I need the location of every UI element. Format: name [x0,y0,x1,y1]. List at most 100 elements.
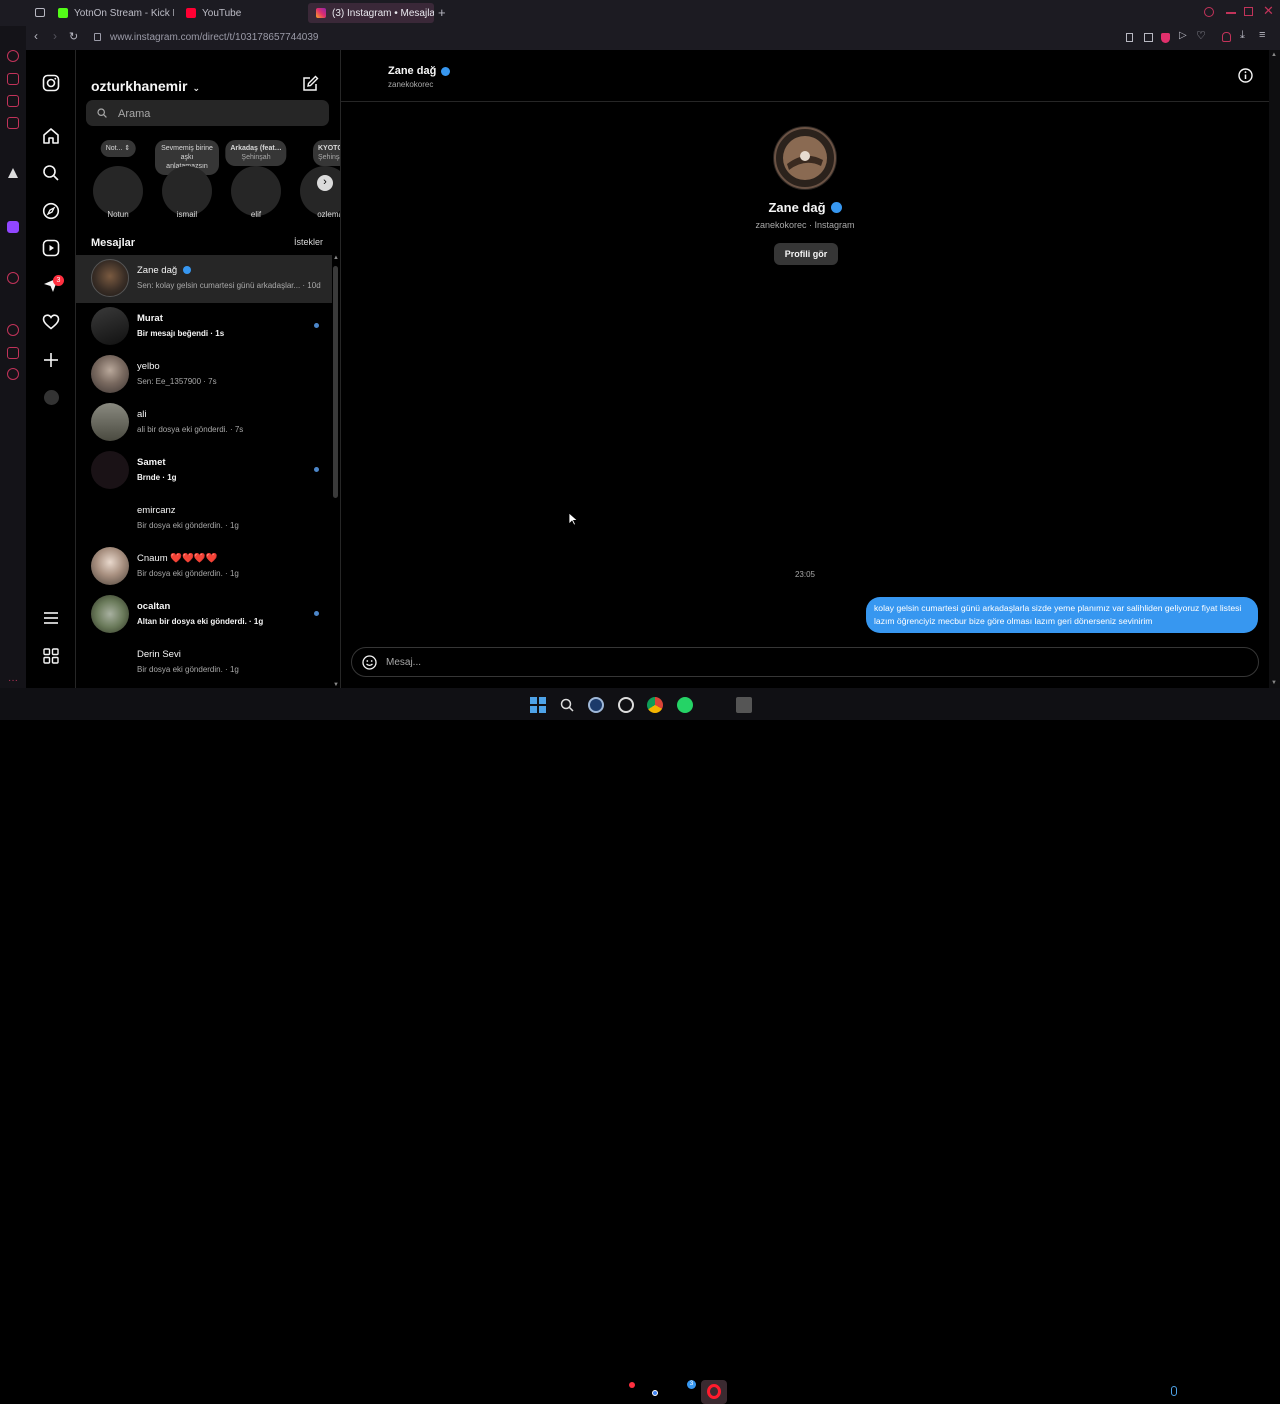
maximize-icon[interactable] [1244,7,1253,16]
explore-icon[interactable] [42,202,60,220]
note-avatar[interactable] [231,166,281,216]
tab-kick[interactable]: YotnOn Stream - Kick Da [50,3,174,23]
history-icon[interactable] [7,50,19,62]
chrome-icon[interactable] [647,697,663,713]
search-icon[interactable] [42,164,60,182]
tab-youtube[interactable]: YouTube [178,3,298,23]
account-name: ozturkhanemir [91,78,188,94]
instagram-sidebar-icon[interactable] [7,95,19,107]
conversation-info-icon[interactable] [1238,68,1253,83]
unread-dot [314,323,319,328]
reload-icon[interactable]: ↻ [69,30,78,43]
scroll-up-icon[interactable]: ▲ [1271,52,1277,58]
home-icon[interactable] [42,127,60,145]
obs-icon[interactable] [618,697,634,713]
messenger-sidebar-icon[interactable] [7,117,19,129]
profile-icon[interactable] [1222,32,1231,42]
view-profile-button[interactable]: Profili gör [774,243,838,265]
chat-contact-username: zanekokorec [388,80,434,89]
conversation-row[interactable]: ocaltan Altan bir dosya eki gönderdi. · … [76,591,332,639]
wallet-icon[interactable] [7,73,19,85]
conversation-name: ocaltan [137,601,171,612]
new-tab-button[interactable]: + [438,5,446,20]
conversation-row[interactable]: Samet Brnde · 1g [76,447,332,495]
conversation-row[interactable]: ali ali bir dosya eki gönderdi. · 7s [76,399,332,447]
message-input[interactable] [386,655,1226,669]
conversation-scrollbar[interactable]: ▲ ▼ [333,255,339,688]
tab-youtube-label: YouTube [202,7,242,19]
more-menu-icon[interactable] [42,609,60,627]
workspace-icon[interactable] [35,8,45,17]
minimize-icon[interactable] [1226,12,1236,14]
play-icon[interactable]: ▷ [1179,30,1187,41]
messages-section-title: Mesajlar [91,237,136,249]
note-avatar[interactable] [162,166,212,216]
search-tabs-icon[interactable] [1204,7,1214,17]
scrollbar-thumb[interactable] [333,266,338,498]
whatsapp-icon[interactable] [677,697,693,713]
heart-icon[interactable]: ♡ [1196,29,1206,42]
player-icon[interactable] [7,272,19,284]
download-icon[interactable]: ⤓ [1240,29,1245,42]
more-icon[interactable]: ··· [8,675,18,686]
instagram-nav-rail: 3 [26,50,76,688]
windows-start-icon[interactable] [530,697,546,713]
conversation-avatar [91,259,129,297]
pinboard-icon[interactable] [7,347,19,359]
clock-icon[interactable] [7,324,19,336]
account-switcher[interactable]: ozturkhanemir ⌄ [91,78,200,94]
reels-icon[interactable] [42,239,60,257]
bookmark-icon[interactable] [1126,33,1133,42]
conversation-name: Samet [137,457,166,468]
new-message-icon[interactable] [302,75,319,92]
forward-icon[interactable]: › [53,29,57,43]
conversation-row[interactable]: emircanz Bir dosya eki gönderdin. · 1g [76,495,332,543]
note-bubble[interactable]: Not... ⇕ [100,140,136,157]
back-icon[interactable]: ‹ [34,29,38,43]
steam-icon[interactable] [588,697,604,713]
create-plus-icon[interactable] [42,351,60,369]
conversation-row[interactable]: Cnaum ❤️❤️❤️❤️ Bir dosya eki gönderdin. … [76,543,332,591]
profile-avatar[interactable] [44,390,59,405]
aria-icon[interactable] [8,168,18,178]
opera-logo-icon [707,1384,721,1399]
calculator-icon[interactable] [736,697,752,713]
opera-taskbar-icon[interactable] [701,1380,727,1404]
message-composer[interactable] [351,647,1259,677]
instagram-logo-icon[interactable] [42,74,60,92]
conversation-row[interactable]: Derin Sevi Bir dosya eki gönderdin. · 1g [76,639,332,687]
microphone-icon[interactable] [1171,1386,1177,1396]
search-box[interactable]: Arama [86,100,329,126]
conversation-row[interactable]: Zane dağ Sen: kolay gelsin cumartesi gün… [76,255,332,303]
scroll-up-icon[interactable]: ▲ [333,255,339,261]
note-avatar[interactable] [93,166,143,216]
address-bar: ‹ › ↻ www.instagram.com/direct/t/1031786… [26,26,1280,50]
window-scrollbar[interactable]: ▲ ▼ [1269,50,1280,688]
notes-next-button[interactable]: › [317,175,333,191]
requests-link[interactable]: İstekler [294,237,323,247]
whatsapp-badge: 3 [687,1380,696,1389]
menu-icon[interactable]: ≡ [1259,29,1265,41]
tab-instagram[interactable]: (3) Instagram • Mesajlar [308,3,434,23]
twitch-icon[interactable] [7,221,19,233]
conversation-preview: Bir dosya eki gönderdin. · 1g [137,665,239,674]
conversation-row[interactable]: Murat Bir mesajı beğendi · 1s [76,303,332,351]
shield-icon[interactable] [1161,33,1170,43]
url-field[interactable]: www.instagram.com/direct/t/1031786577440… [110,32,318,43]
note-avatar[interactable] [300,166,340,216]
conversation-row[interactable]: yelbo Sen: Ee_1357900 · 7s [76,351,332,399]
snapshot-icon[interactable] [1144,33,1153,42]
apps-grid-icon[interactable] [42,647,60,665]
taskbar-search-icon[interactable] [559,697,575,713]
conversation-avatar [91,355,129,393]
emoji-icon[interactable] [362,655,377,670]
scroll-down-icon[interactable]: ▼ [1271,680,1277,686]
conversation-preview: Sen: Ee_1357900 · 7s [137,377,217,386]
notifications-heart-icon[interactable] [42,313,60,331]
note-bubble: KYOTO/GŞehinşah, Co [313,140,340,166]
sent-message-bubble[interactable]: kolay gelsin cumartesi günü arkadaşlarla… [866,597,1258,633]
close-window-icon[interactable]: ✕ [1263,3,1274,19]
search-placeholder: Arama [118,108,151,120]
profile-avatar-large[interactable] [773,126,837,190]
settings-icon[interactable] [7,368,19,380]
